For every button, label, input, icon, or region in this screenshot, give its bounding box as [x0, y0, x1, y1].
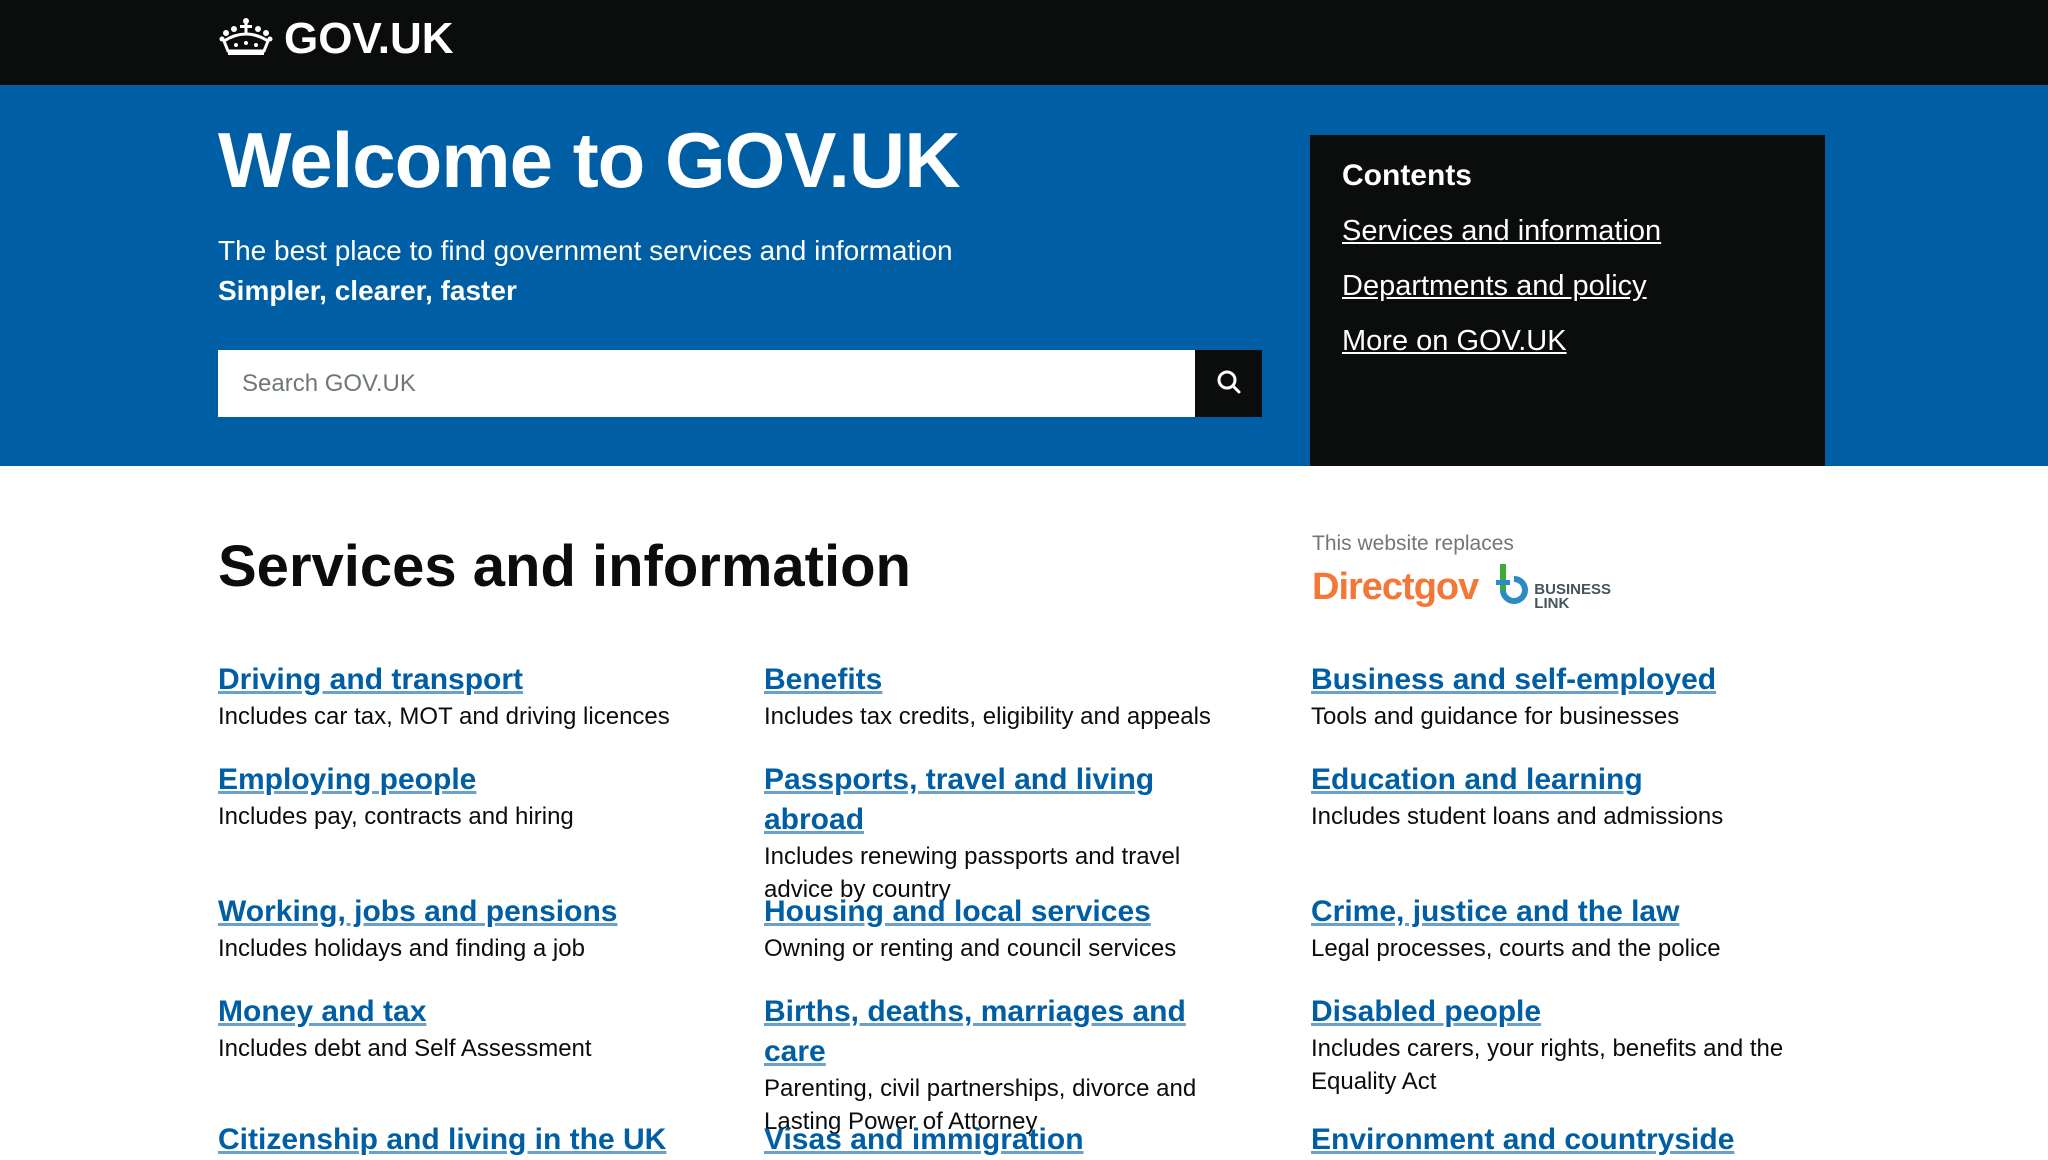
service-desc: Includes tax credits, eligibility and ap… — [764, 703, 1211, 730]
search-form — [218, 350, 1262, 417]
page-title: Welcome to GOV.UK — [218, 116, 961, 204]
service-desc: Owning or renting and council services — [764, 935, 1177, 962]
service-link[interactable]: Births, deaths, marriages and care — [764, 992, 1254, 1072]
service-link[interactable]: Driving and transport — [218, 660, 738, 700]
contents-link-services[interactable]: Services and information — [1342, 215, 1793, 248]
service-link[interactable]: Business and self-employed — [1311, 660, 1831, 700]
service-item: Education and learning Includes student l… — [1311, 760, 1831, 833]
logo-text: GOV.UK — [284, 14, 454, 63]
service-desc: Tools and guidance for businesses — [1311, 703, 1680, 730]
service-item: Benefits Includes tax credits, eligibilit… — [764, 660, 1284, 733]
service-link[interactable]: Housing and local services — [764, 892, 1284, 932]
services-heading: Services and information — [218, 534, 911, 599]
service-item: Employing people Includes pay, contracts … — [218, 760, 738, 833]
service-item: Business and self-employed Tools and guid… — [1311, 660, 1831, 733]
tagline: The best place to find government servic… — [218, 235, 953, 266]
service-desc: Includes student loans and admissions — [1311, 803, 1724, 830]
service-link[interactable]: Money and tax — [218, 992, 738, 1032]
service-link[interactable]: Working, jobs and pensions — [218, 892, 738, 932]
service-item: Visas and immigration — [764, 1120, 1284, 1160]
contents-panel: Contents Services and information Depart… — [1310, 135, 1825, 466]
service-item: Money and tax Includes debt and Self Asse… — [218, 992, 738, 1065]
service-link[interactable]: Crime, justice and the law — [1311, 892, 1831, 932]
contents-link-departments[interactable]: Departments and policy — [1342, 270, 1793, 303]
directgov-logo: Directgov — [1312, 566, 1479, 608]
service-item: Births, deaths, marriages and care Parent… — [764, 992, 1254, 1138]
service-item: Working, jobs and pensions Includes holid… — [218, 892, 738, 965]
contents-link-more[interactable]: More on GOV.UK — [1342, 325, 1793, 358]
hero-banner: Welcome to GOV.UK The best place to find… — [0, 85, 2048, 466]
service-item: Passports, travel and living abroad Inclu… — [764, 760, 1244, 906]
contents-heading: Contents — [1342, 159, 1472, 192]
govuk-logo-link[interactable]: GOV.UK — [218, 14, 454, 64]
service-link[interactable]: Education and learning — [1311, 760, 1831, 800]
service-item: Crime, justice and the law Legal processe… — [1311, 892, 1831, 965]
service-link[interactable]: Passports, travel and living abroad — [764, 760, 1244, 840]
replaces-logos: Directgov BUSINESS LINK — [1312, 564, 1624, 611]
service-desc: Includes debt and Self Assessment — [218, 1035, 592, 1062]
service-desc: Includes holidays and finding a job — [218, 935, 585, 962]
website-replaces: This website replaces Directgov BUSINESS… — [1312, 532, 1624, 611]
search-input[interactable] — [218, 350, 1195, 417]
service-link[interactable]: Disabled people — [1311, 992, 1801, 1032]
service-item: Driving and transport Includes car tax, M… — [218, 660, 738, 733]
service-link[interactable]: Visas and immigration — [764, 1120, 1284, 1160]
service-link[interactable]: Environment and countryside — [1311, 1120, 1831, 1160]
business-link-logo: BUSINESS LINK — [1496, 564, 1624, 611]
header-bar: GOV.UK — [0, 0, 2048, 85]
tagline-bold: Simpler, clearer, faster — [218, 275, 517, 306]
service-desc: Includes car tax, MOT and driving licenc… — [218, 703, 670, 730]
service-item: Citizenship and living in the UK — [218, 1120, 738, 1160]
service-link[interactable]: Employing people — [218, 760, 738, 800]
crown-icon — [218, 17, 274, 62]
service-link[interactable]: Citizenship and living in the UK — [218, 1120, 738, 1160]
service-desc: Includes pay, contracts and hiring — [218, 803, 574, 830]
service-link[interactable]: Benefits — [764, 660, 1284, 700]
business-link-text: BUSINESS LINK — [1534, 581, 1611, 612]
service-item: Disabled people Includes carers, your rig… — [1311, 992, 1801, 1098]
service-item: Environment and countryside — [1311, 1120, 1831, 1160]
service-item: Housing and local services Owning or rent… — [764, 892, 1284, 965]
service-desc: Includes carers, your rights, benefits a… — [1311, 1035, 1784, 1095]
business-link-icon — [1496, 564, 1530, 611]
service-desc: Legal processes, courts and the police — [1311, 935, 1721, 962]
replaces-label: This website replaces — [1312, 532, 1514, 555]
search-icon — [1216, 369, 1242, 398]
search-button[interactable] — [1195, 350, 1262, 417]
